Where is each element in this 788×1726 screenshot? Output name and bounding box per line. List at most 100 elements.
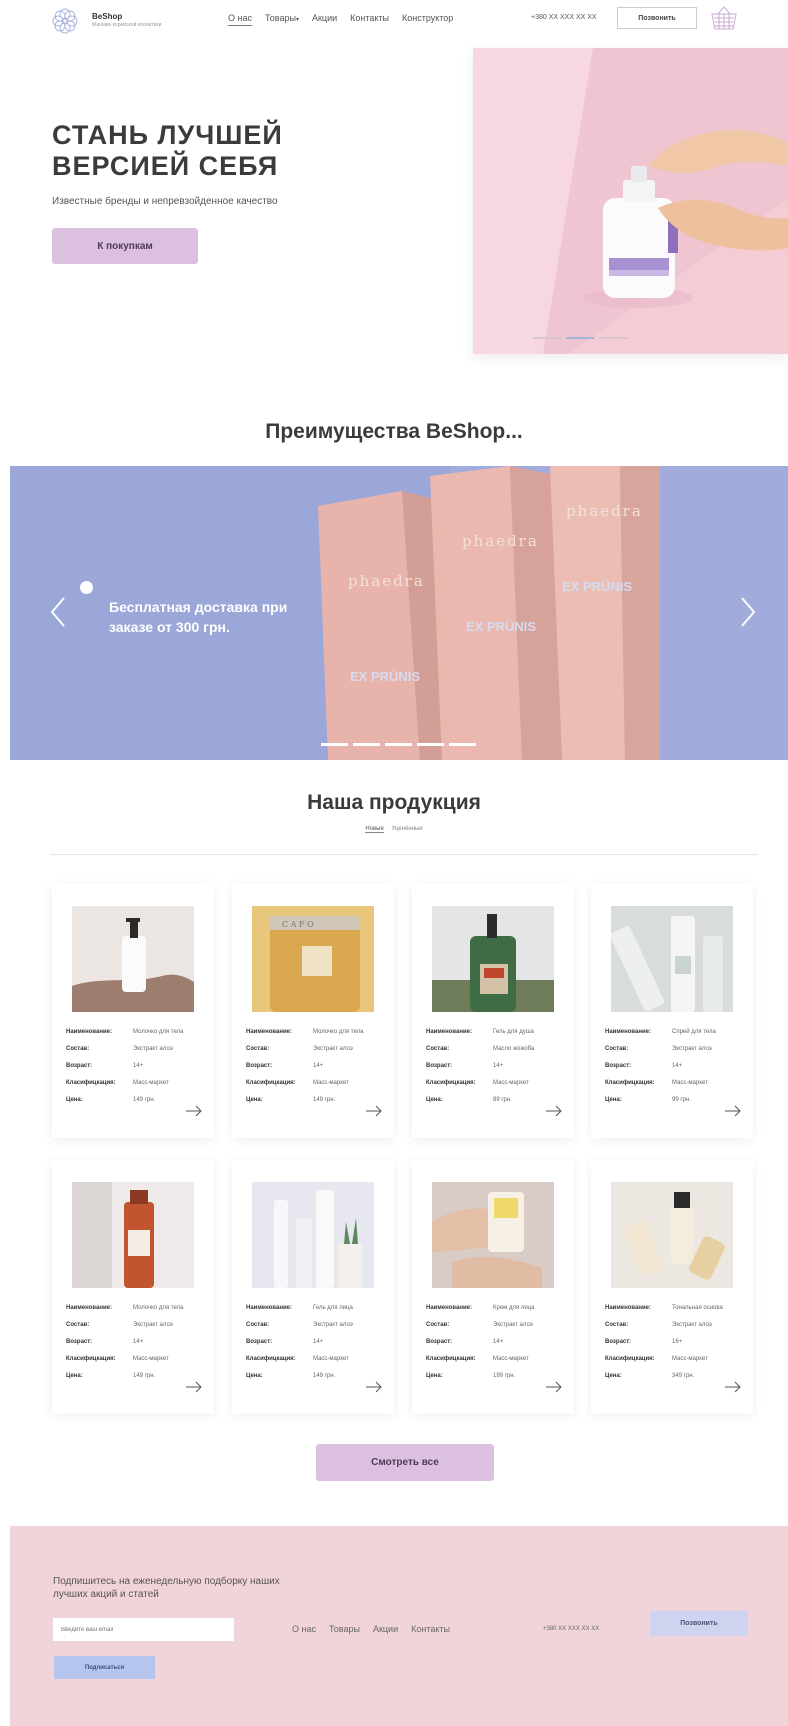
product-detail-row: Наименование: Гель для душа (426, 1024, 571, 1041)
product-detail-row: Класифицкация: Масс-маркет (66, 1351, 211, 1368)
arrow-right-icon[interactable] (725, 1381, 741, 1393)
product-details: Наименование: Молочко для тела Состав: Экст… (66, 1300, 211, 1385)
nav-promotions[interactable]: Акции (312, 13, 337, 26)
subscribe-button[interactable]: Подписаться (54, 1656, 155, 1679)
hero-slider-indicators (533, 337, 632, 339)
product-class-value: Масс-маркет (672, 1080, 708, 1086)
logo-icon[interactable] (50, 6, 80, 36)
slide-indicator-active[interactable] (566, 337, 594, 339)
product-card[interactable]: C A F O Наименование: Молочко для тела Сост… (232, 884, 394, 1138)
arrow-right-icon[interactable] (366, 1105, 382, 1117)
chevron-down-icon: ▾ (295, 17, 299, 23)
product-card[interactable]: Наименование: Крем для лица Состав: Экстрак… (412, 1160, 574, 1414)
arrow-right-icon[interactable] (546, 1105, 562, 1117)
product-image[interactable] (432, 906, 554, 1012)
product-image[interactable] (72, 1182, 194, 1288)
footer-nav-contacts[interactable]: Контакты (411, 1624, 450, 1634)
box-brand-text: phaedra (566, 502, 643, 520)
view-all-button[interactable]: Смотреть все (316, 1444, 494, 1481)
call-button[interactable]: Позвонить (617, 7, 697, 29)
product-detail-row: Класифицкация: Масс-маркет (605, 1075, 750, 1092)
product-image[interactable] (252, 1182, 374, 1288)
product-detail-row: Состав: Экстракт алоэ (605, 1041, 750, 1058)
product-card[interactable]: Наименование: Тональная основа Состав: Экст… (591, 1160, 753, 1414)
chevron-left-icon[interactable] (50, 596, 66, 628)
product-age-label: Возраст: (66, 1063, 93, 1069)
arrow-right-icon[interactable] (725, 1105, 741, 1117)
product-image[interactable] (611, 906, 733, 1012)
product-class-value: Масс-маркет (493, 1080, 529, 1086)
product-name-value: Молочко для тела (133, 1029, 184, 1035)
footer-nav-promotions[interactable]: Акции (373, 1624, 398, 1634)
product-price-value: 349 грн. (672, 1373, 695, 1379)
product-card[interactable]: Наименование: Гель для душа Состав: Масло ж… (412, 884, 574, 1138)
nav-about[interactable]: О нас (228, 13, 252, 26)
footer-nav-about[interactable]: О нас (292, 1624, 316, 1634)
product-class-label: Класифицкация: (426, 1356, 476, 1362)
shop-now-button[interactable]: К покупкам (52, 228, 198, 264)
arrow-right-icon[interactable] (186, 1105, 202, 1117)
product-image[interactable]: C A F O (252, 906, 374, 1012)
product-age-label: Возраст: (426, 1339, 453, 1345)
product-age-label: Возраст: (66, 1339, 93, 1345)
product-age-label: Возраст: (426, 1063, 453, 1069)
product-name-value: Молочко для тела (313, 1029, 364, 1035)
product-composition-label: Состав: (605, 1046, 629, 1052)
product-detail-row: Наименование: Молочко для тела (66, 1024, 211, 1041)
product-details: Наименование: Крем для лица Состав: Экстрак… (426, 1300, 571, 1385)
advantages-slider-indicators (321, 743, 481, 746)
chevron-right-icon[interactable] (740, 596, 756, 628)
product-name-value: Спрей для тела (672, 1029, 716, 1035)
product-name-value: Гель для душа (493, 1029, 534, 1035)
product-detail-row: Возраст: 14+ (66, 1334, 211, 1351)
products-title: Наша продукция (307, 791, 481, 814)
footer-call-button[interactable]: Позвонить (650, 1611, 748, 1636)
arrow-right-icon[interactable] (546, 1381, 562, 1393)
product-details: Наименование: Молочко для тела Состав: Экст… (66, 1024, 211, 1109)
product-card[interactable]: Наименование: Спрей для тела Состав: Экстра… (591, 884, 753, 1138)
product-detail-row: Возраст: 14+ (426, 1058, 571, 1075)
tab-discounted[interactable]: Уценённые (392, 826, 423, 832)
product-name-value: Гель для лица (313, 1305, 353, 1311)
advantages-title: Преимущества BeShop... (265, 420, 523, 443)
product-card[interactable]: Наименование: Молочко для тела Состав: Экст… (52, 1160, 214, 1414)
slide-indicator[interactable] (417, 743, 444, 746)
product-detail-row: Состав: Экстракт алоэ (246, 1041, 391, 1058)
product-detail-row: Класифицкация: Масс-маркет (426, 1075, 571, 1092)
tab-new[interactable]: Новые (365, 826, 384, 833)
product-composition-value: Экстракт алоэ (133, 1322, 173, 1328)
slide-indicator[interactable] (533, 337, 561, 339)
main-nav: О нас Товары▾ Акции Контакты Конструктор (228, 13, 466, 26)
arrow-right-icon[interactable] (186, 1381, 202, 1393)
product-price-value: 149 грн. (133, 1373, 156, 1379)
product-card[interactable]: Наименование: Гель для лица Состав: Экстрак… (232, 1160, 394, 1414)
slide-indicator[interactable] (599, 337, 627, 339)
svg-text:C A F O: C A F O (282, 920, 314, 929)
nav-products[interactable]: Товары▾ (265, 13, 299, 26)
product-image[interactable] (72, 906, 194, 1012)
brand[interactable]: BeShop Магазин корейской косметики (92, 12, 161, 28)
slide-indicator[interactable] (385, 743, 412, 746)
slide-indicator[interactable] (449, 743, 476, 746)
product-name-label: Наименование: (66, 1305, 113, 1311)
email-input[interactable] (53, 1618, 234, 1641)
arrow-right-icon[interactable] (366, 1381, 382, 1393)
header-phone[interactable]: +380 XX XXX XX XX (531, 14, 597, 21)
brand-name: BeShop (92, 12, 123, 21)
product-image[interactable] (611, 1182, 733, 1288)
product-card[interactable]: Наименование: Молочко для тела Состав: Экст… (52, 884, 214, 1138)
footer-phone[interactable]: +380 XX XXX XX XX (543, 1626, 599, 1632)
product-detail-row: Наименование: Молочко для тела (66, 1300, 211, 1317)
footer-nav-products[interactable]: Товары (329, 1624, 360, 1634)
box-product-text: EX PRÜNIS (350, 669, 420, 684)
nav-constructor[interactable]: Конструктор (402, 13, 453, 26)
product-price-label: Цена: (66, 1373, 83, 1379)
site-footer: Подпишитесь на еженедельную подборку наш… (10, 1526, 788, 1726)
basket-icon[interactable] (710, 5, 738, 31)
nav-contacts[interactable]: Контакты (350, 13, 389, 26)
slide-indicator[interactable] (321, 743, 348, 746)
product-name-value: Крем для лица (493, 1305, 535, 1311)
product-image[interactable] (432, 1182, 554, 1288)
product-detail-row: Возраст: 14+ (426, 1334, 571, 1351)
slide-indicator[interactable] (353, 743, 380, 746)
